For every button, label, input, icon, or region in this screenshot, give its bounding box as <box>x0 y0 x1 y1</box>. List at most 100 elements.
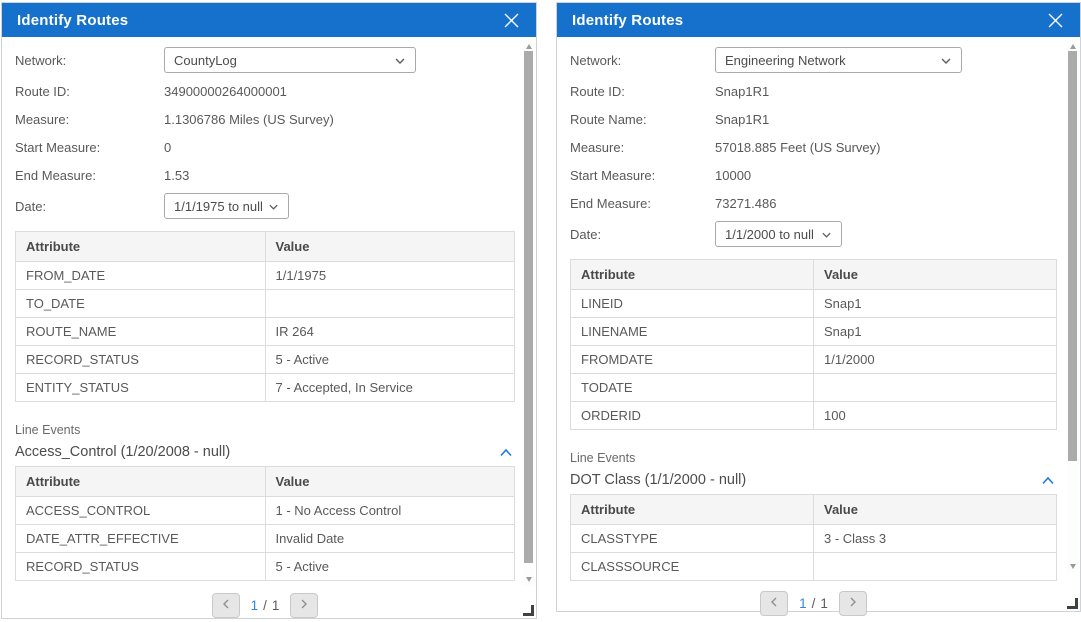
attr-cell: LINENAME <box>571 318 814 346</box>
current-page: 1 <box>799 596 807 611</box>
date-select[interactable]: 1/1/1975 to null <box>164 193 289 219</box>
attr-cell: TO_DATE <box>16 290 266 318</box>
scroll-down-icon[interactable] <box>523 574 535 584</box>
scroll-down-icon[interactable] <box>1067 561 1079 571</box>
date-select-value: 1/1/1975 to null <box>174 199 263 214</box>
value-cell <box>814 553 1057 581</box>
network-select[interactable]: CountyLog <box>164 47 416 73</box>
line-event-attribute-table: Attribute Value ACCESS_CONTROL1 - No Acc… <box>15 466 515 581</box>
identify-routes-dialog-right: Identify Routes Network: Engineering Net… <box>556 2 1081 612</box>
table-row: TODATE <box>571 374 1057 402</box>
resize-handle[interactable] <box>523 605 534 616</box>
page-indicator: 1 / 1 <box>251 598 280 613</box>
attr-cell: FROMDATE <box>571 346 814 374</box>
close-icon[interactable] <box>502 11 521 30</box>
attribute-column-header: Attribute <box>16 232 266 262</box>
value-cell: IR 264 <box>265 318 515 346</box>
scroll-up-icon[interactable] <box>1067 41 1079 51</box>
table-row: FROM_DATE1/1/1975 <box>16 262 515 290</box>
dialog-title: Identify Routes <box>572 12 683 29</box>
page-separator: / <box>812 596 816 611</box>
measure-value: 1.1306786 Miles (US Survey) <box>164 112 334 127</box>
start-measure-label: Start Measure: <box>15 140 164 155</box>
next-page-button[interactable] <box>290 593 318 618</box>
dialog-header: Identify Routes <box>2 3 536 37</box>
route-attribute-table: Attribute Value LINEIDSnap1 LINENAMESnap… <box>570 259 1057 430</box>
line-events-label: Line Events <box>15 423 515 437</box>
chevron-up-icon[interactable] <box>499 448 515 457</box>
field-row-date: Date: 1/1/2000 to null <box>570 221 1057 247</box>
attr-cell: CLASSSOURCE <box>571 553 814 581</box>
table-row: RECORD_STATUS5 - Active <box>16 346 515 374</box>
identify-routes-dialog-left: Identify Routes Network: CountyLog Route… <box>1 2 537 619</box>
value-cell <box>265 290 515 318</box>
next-page-button[interactable] <box>839 591 867 616</box>
field-row-measure: Measure: 1.1306786 Miles (US Survey) <box>15 109 515 129</box>
attr-cell: DATE_ATTR_EFFECTIVE <box>16 525 266 553</box>
value-column-header: Value <box>265 232 515 262</box>
date-select[interactable]: 1/1/2000 to null <box>715 221 842 247</box>
value-cell: 1/1/2000 <box>814 346 1057 374</box>
attribute-column-header: Attribute <box>571 260 814 290</box>
route-name-value: Snap1R1 <box>715 112 769 127</box>
value-cell: 1 - No Access Control <box>265 497 515 525</box>
table-row: LINEIDSnap1 <box>571 290 1057 318</box>
chevron-right-icon <box>849 596 857 611</box>
route-id-value: 34900000264000001 <box>164 84 287 99</box>
field-row-start-measure: Start Measure: 10000 <box>570 165 1057 185</box>
close-icon[interactable] <box>1046 11 1065 30</box>
page-indicator: 1 / 1 <box>799 596 828 611</box>
chevron-down-icon <box>821 227 832 242</box>
start-measure-value: 0 <box>164 140 171 155</box>
scrollbar-thumb[interactable] <box>524 51 533 563</box>
scroll-up-icon[interactable] <box>523 41 535 51</box>
previous-page-button[interactable] <box>760 591 788 616</box>
value-cell: 5 - Active <box>265 346 515 374</box>
table-row: DATE_ATTR_EFFECTIVEInvalid Date <box>16 525 515 553</box>
end-measure-label: End Measure: <box>15 168 164 183</box>
table-row: RECORD_STATUS5 - Active <box>16 553 515 581</box>
table-row: TO_DATE <box>16 290 515 318</box>
field-row-route-id: Route ID: 34900000264000001 <box>15 81 515 101</box>
table-row: CLASSTYPE3 - Class 3 <box>571 525 1057 553</box>
pagination: 1 / 1 <box>570 591 1057 616</box>
field-row-network: Network: Engineering Network <box>570 47 1057 73</box>
date-label: Date: <box>15 199 164 214</box>
vertical-scrollbar[interactable] <box>1067 39 1079 573</box>
attr-cell: ENTITY_STATUS <box>16 374 266 402</box>
attr-cell: ROUTE_NAME <box>16 318 266 346</box>
current-page: 1 <box>251 598 259 613</box>
route-name-label: Route Name: <box>570 112 715 127</box>
end-measure-label: End Measure: <box>570 196 715 211</box>
scrollbar-thumb[interactable] <box>1068 51 1077 461</box>
line-event-attribute-table: Attribute Value CLASSTYPE3 - Class 3 CLA… <box>570 494 1057 581</box>
total-pages: 1 <box>820 596 828 611</box>
field-row-end-measure: End Measure: 73271.486 <box>570 193 1057 213</box>
attr-cell: TODATE <box>571 374 814 402</box>
attribute-column-header: Attribute <box>16 467 266 497</box>
value-cell: Snap1 <box>814 318 1057 346</box>
line-event-title: DOT Class (1/1/2000 - null) <box>570 472 746 488</box>
chevron-left-icon <box>770 596 778 611</box>
attr-cell: RECORD_STATUS <box>16 553 266 581</box>
attr-cell: RECORD_STATUS <box>16 346 266 374</box>
field-row-start-measure: Start Measure: 0 <box>15 137 515 157</box>
chevron-down-icon <box>940 53 952 68</box>
network-label: Network: <box>570 53 715 68</box>
route-id-label: Route ID: <box>15 84 164 99</box>
chevron-up-icon[interactable] <box>1041 476 1057 485</box>
previous-page-button[interactable] <box>212 593 240 618</box>
resize-handle[interactable] <box>1067 598 1078 609</box>
end-measure-value: 73271.486 <box>715 196 776 211</box>
field-row-network: Network: CountyLog <box>15 47 515 73</box>
table-row: ORDERID100 <box>571 402 1057 430</box>
field-row-measure: Measure: 57018.885 Feet (US Survey) <box>570 137 1057 157</box>
pagination: 1 / 1 <box>15 593 515 618</box>
vertical-scrollbar[interactable] <box>523 39 535 586</box>
table-row: CLASSSOURCE <box>571 553 1057 581</box>
table-row: ROUTE_NAMEIR 264 <box>16 318 515 346</box>
value-cell <box>814 374 1057 402</box>
network-select[interactable]: Engineering Network <box>715 47 962 73</box>
field-row-date: Date: 1/1/1975 to null <box>15 193 515 219</box>
attribute-column-header: Attribute <box>571 495 814 525</box>
